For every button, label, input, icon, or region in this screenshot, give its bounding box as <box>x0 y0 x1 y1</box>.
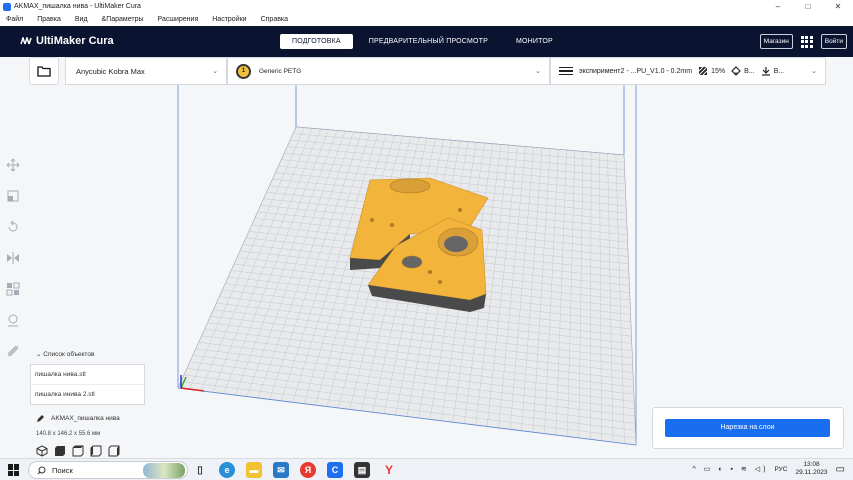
mirror-tool-icon[interactable] <box>6 251 20 265</box>
object-list: пишалка нива.stl пишалка инива 2.stl <box>30 364 145 405</box>
notifications-icon[interactable]: ▭ <box>836 464 845 475</box>
ultimaker-logo: UltiMaker Cura <box>20 35 114 47</box>
view-top-icon[interactable] <box>72 445 84 457</box>
move-tool-icon[interactable] <box>6 158 20 172</box>
view-right-icon[interactable] <box>108 445 120 457</box>
cura-app-icon <box>3 2 11 11</box>
folder-icon <box>37 65 51 77</box>
notepad-icon[interactable]: ▤ <box>354 462 370 478</box>
infill-value: 15% <box>711 67 726 75</box>
search-icon <box>37 466 46 474</box>
paint-support-icon[interactable] <box>6 344 20 358</box>
yandex-browser-icon[interactable]: Y <box>381 462 397 478</box>
slice-button[interactable]: Нарезка на слои <box>665 419 830 437</box>
menu-bar: Файл Правка Вид &Параметры Расширения На… <box>0 13 853 26</box>
logo-text: UltiMaker Cura <box>36 35 114 47</box>
infill-icon <box>698 66 708 76</box>
header-actions: Магазин Войти <box>759 34 847 49</box>
menu-settings[interactable]: &Параметры <box>102 16 144 23</box>
adhesion-icon <box>761 67 770 76</box>
windows-taskbar: Поиск ▯ e ▬ ✉ Я C ▤ Y ^ ▭ ◐ ▪ ≋ ◁) РУС 1… <box>0 458 853 480</box>
menu-view[interactable]: Вид <box>75 16 88 23</box>
clock-date: 29.11.2023 <box>795 469 828 476</box>
slice-panel: Нарезка на слои <box>652 407 844 449</box>
project-name-row[interactable]: AKMAX_пишалка нива <box>30 414 150 423</box>
tab-preview[interactable]: ПРЕДВАРИТЕЛЬНЫЙ ПРОСМОТР <box>357 34 500 49</box>
marketplace-button[interactable]: Магазин <box>759 34 793 49</box>
scale-tool-icon[interactable] <box>6 189 20 203</box>
menu-extensions[interactable]: Расширения <box>158 16 199 23</box>
per-model-settings-icon[interactable] <box>6 282 20 296</box>
tool-sidebar <box>6 158 24 360</box>
chevron-down-icon: ⌄ <box>212 68 218 75</box>
sliders-icon <box>559 65 573 78</box>
list-item[interactable]: пишалка инива 2.stl <box>31 385 144 404</box>
window-title: AKMAX_пишалка нива - UltiMaker Cura <box>14 3 141 10</box>
camera-view-buttons <box>30 445 150 457</box>
open-file-button[interactable] <box>29 57 59 85</box>
yandex-icon[interactable]: Я <box>300 462 316 478</box>
system-tray: ^ ▭ ◐ ▪ ≋ ◁) РУС 13:08 29.11.2023 ▭ <box>693 461 845 477</box>
model-dimensions: 140.8 x 146.2 x 55.6 мм <box>36 431 101 437</box>
taskbar-apps: ▯ e ▬ ✉ Я C ▤ Y <box>192 462 408 478</box>
project-name: AKMAX_пишалка нива <box>51 415 120 422</box>
clock-time: 13:08 <box>803 461 820 468</box>
tab-monitor[interactable]: МОНИТОР <box>504 34 565 49</box>
object-list-toggle[interactable]: ⌄ Список объектов <box>30 350 150 358</box>
chevron-down-icon: ⌄ <box>811 68 817 75</box>
clock[interactable]: 13:08 29.11.2023 <box>795 461 827 477</box>
tray-icons[interactable]: ^ ▭ ◐ ▪ ≋ ◁) <box>693 465 769 473</box>
print-settings-selector[interactable]: экспиримент2 - ...PU_V1.0 - 0.2mm 15% B.… <box>550 57 826 85</box>
menu-edit[interactable]: Правка <box>37 16 61 23</box>
material-name: Generic PETG <box>259 67 302 75</box>
search-highlight-image <box>143 463 185 478</box>
close-button[interactable]: ✕ <box>823 0 853 13</box>
minimize-button[interactable]: – <box>763 0 793 13</box>
title-bar: AKMAX_пишалка нива - UltiMaker Cura – □ … <box>0 0 853 13</box>
menu-file[interactable]: Файл <box>6 16 23 23</box>
mail-icon[interactable]: ✉ <box>273 462 289 478</box>
view-3d-icon[interactable] <box>36 445 48 457</box>
adhesion-value: B... <box>773 67 785 75</box>
task-view-icon[interactable]: ▯ <box>192 462 208 478</box>
menu-help[interactable]: Справка <box>261 16 288 23</box>
window-controls: – □ ✕ <box>763 0 853 13</box>
list-item[interactable]: пишалка нива.stl <box>31 365 144 385</box>
object-list-title: Список объектов <box>43 351 95 358</box>
tab-prepare[interactable]: ПОДГОТОВКА <box>280 34 353 49</box>
maximize-button[interactable]: □ <box>793 0 823 13</box>
chevron-down-icon: ⌄ <box>535 68 541 75</box>
support-blocker-icon[interactable] <box>6 313 20 327</box>
signin-button[interactable]: Войти <box>820 34 847 49</box>
stage-tabs: ПОДГОТОВКА ПРЕДВАРИТЕЛЬНЫЙ ПРОСМОТР МОНИ… <box>280 34 569 49</box>
language-indicator[interactable]: РУС <box>774 466 787 473</box>
ultimaker-logo-icon <box>20 37 32 45</box>
apps-grid-icon[interactable] <box>800 35 813 48</box>
view-front-icon[interactable] <box>54 445 66 457</box>
search-label: Поиск <box>52 465 73 475</box>
menu-preferences[interactable]: Настройки <box>212 16 246 23</box>
view-left-icon[interactable] <box>90 445 102 457</box>
support-icon <box>731 66 741 76</box>
windows-start-icon[interactable] <box>8 464 20 476</box>
pencil-icon <box>37 415 44 422</box>
rotate-tool-icon[interactable] <box>6 220 20 234</box>
file-explorer-icon[interactable]: ▬ <box>246 462 262 478</box>
taskbar-search[interactable]: Поиск <box>28 461 188 479</box>
printer-selector[interactable]: Anycubic Kobra Max ⌄ <box>65 57 227 85</box>
support-value: B... <box>744 67 755 75</box>
cura-taskbar-icon[interactable]: C <box>327 462 343 478</box>
app-header: UltiMaker Cura ПОДГОТОВКА ПРЕДВАРИТЕЛЬНЫ… <box>0 26 853 57</box>
profile-name: экспиримент2 - ...PU_V1.0 - 0.2mm <box>579 67 693 75</box>
object-list-panel: ⌄ Список объектов пишалка нива.stl пишал… <box>30 350 150 457</box>
material-selector[interactable]: 1 Generic PETG ⌄ <box>227 57 550 85</box>
edge-icon[interactable]: e <box>219 462 235 478</box>
extruder-icon: 1 <box>236 63 251 79</box>
printer-name: Anycubic Kobra Max <box>76 66 145 76</box>
